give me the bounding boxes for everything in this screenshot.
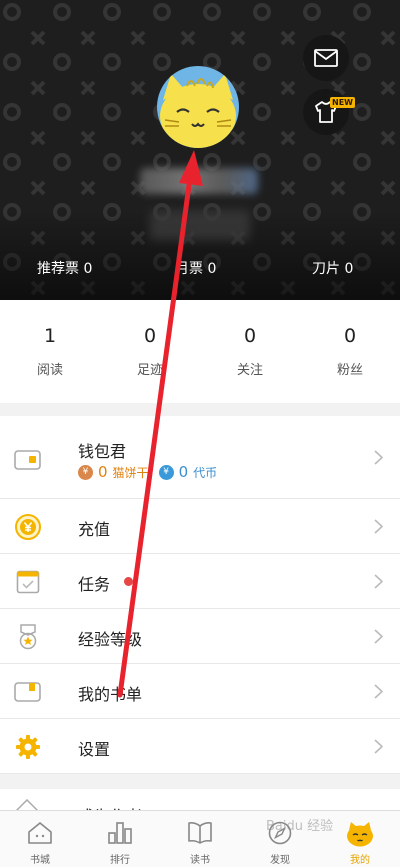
stat-label: 粉丝 xyxy=(336,363,363,378)
chevron-right-icon xyxy=(374,629,383,644)
calendar-icon xyxy=(14,568,41,595)
wallet-icon xyxy=(14,446,41,473)
stat-footprint[interactable]: 0 足迹 xyxy=(100,300,200,403)
tab-label: 我的 xyxy=(350,855,370,866)
token-coin-icon: ¥ xyxy=(158,464,174,480)
stat-read[interactable]: 1 阅读 xyxy=(0,300,100,403)
stat-label: 关注 xyxy=(236,363,263,378)
gear-icon xyxy=(14,733,41,760)
tab-label: 排行 xyxy=(110,855,130,866)
profile-header: NEW 推荐票 0 月票 0 刀片 0 xyxy=(0,0,400,300)
booklist-icon xyxy=(14,678,41,705)
blurred-info xyxy=(150,210,250,240)
blade-ticket[interactable]: 刀片 0 xyxy=(312,258,353,278)
bottom-tabbar: 书城 排行 读书 发现 我的 xyxy=(0,810,400,867)
menu-item-label: 我的书单 xyxy=(78,685,143,704)
cookie-coin-icon: ¥ xyxy=(78,464,93,480)
ticket-value: 0 xyxy=(344,261,354,277)
wallet-balances: ¥ 0 猫饼干 ¥ 0 代币 xyxy=(78,463,217,481)
wardrobe-button[interactable]: NEW xyxy=(303,89,355,135)
notification-dot xyxy=(124,577,133,586)
cat-face-icon xyxy=(160,74,236,148)
menu-item-label: 设置 xyxy=(78,740,111,759)
message-button[interactable] xyxy=(303,35,349,81)
cookie-value: 0 xyxy=(98,463,108,481)
book-icon xyxy=(188,822,212,844)
new-badge: NEW xyxy=(330,97,355,108)
menu-list: 钱包君 ¥ 0 猫饼干 ¥ 0 代币 充值 任务 经验等级 我的书单 设置 xyxy=(0,416,400,774)
token-label: 代币 xyxy=(193,465,218,480)
tab-reading[interactable]: 读书 xyxy=(160,811,240,867)
menu-item-wallet[interactable]: 钱包君 ¥ 0 猫饼干 ¥ 0 代币 xyxy=(0,416,400,499)
menu-item-settings[interactable]: 设置 xyxy=(0,719,400,774)
envelope-icon xyxy=(314,49,338,67)
menu-item-label: 充值 xyxy=(78,520,111,539)
ticket-label: 刀片 xyxy=(312,261,340,277)
chevron-right-icon xyxy=(374,739,383,754)
recommend-ticket[interactable]: 推荐票 0 xyxy=(37,258,92,278)
stat-value: 1 xyxy=(43,325,57,347)
section-divider xyxy=(0,775,400,789)
chevron-right-icon xyxy=(374,574,383,589)
monthly-ticket[interactable]: 月票 0 xyxy=(175,258,216,278)
medal-icon xyxy=(14,623,41,650)
tab-label: 书城 xyxy=(30,855,50,866)
stats-bar: 1 阅读 0 足迹 0 关注 0 粉丝 xyxy=(0,300,400,403)
tab-label: 读书 xyxy=(190,855,210,866)
stat-label: 阅读 xyxy=(36,363,63,378)
menu-item-booklist[interactable]: 我的书单 xyxy=(0,664,400,719)
house-icon xyxy=(28,822,52,844)
tab-label: 发现 xyxy=(270,855,290,866)
ticket-label: 月票 xyxy=(175,261,203,277)
yuan-coin-icon xyxy=(14,513,41,540)
menu-item-level[interactable]: 经验等级 xyxy=(0,609,400,664)
menu-item-label: 钱包君 xyxy=(78,442,127,461)
stat-value: 0 xyxy=(243,325,257,347)
tab-bookstore[interactable]: 书城 xyxy=(0,811,80,867)
menu-item-label: 任务 xyxy=(78,575,111,594)
ticket-value: 0 xyxy=(207,261,217,277)
stat-fans[interactable]: 0 粉丝 xyxy=(300,300,400,403)
stat-following[interactable]: 0 关注 xyxy=(200,300,300,403)
menu-item-label: 经验等级 xyxy=(78,630,143,649)
menu-item-recharge[interactable]: 充值 xyxy=(0,499,400,554)
cat-avatar-icon xyxy=(347,822,373,847)
chevron-right-icon xyxy=(374,450,383,465)
chevron-right-icon xyxy=(374,684,383,699)
chevron-right-icon xyxy=(374,519,383,534)
cookie-label: 猫饼干 xyxy=(112,465,149,480)
ticket-label: 推荐票 xyxy=(37,261,79,277)
bars-icon xyxy=(108,822,132,844)
stat-label: 足迹 xyxy=(136,363,163,378)
blurred-nickname xyxy=(140,168,258,194)
watermark: Baidu 经验 xyxy=(266,819,334,834)
ticket-value: 0 xyxy=(83,261,93,277)
stat-value: 0 xyxy=(143,325,157,347)
tab-ranking[interactable]: 排行 xyxy=(80,811,160,867)
user-avatar[interactable] xyxy=(157,66,239,148)
menu-item-tasks[interactable]: 任务 xyxy=(0,554,400,609)
stat-value: 0 xyxy=(343,325,357,347)
token-value: 0 xyxy=(178,463,189,481)
